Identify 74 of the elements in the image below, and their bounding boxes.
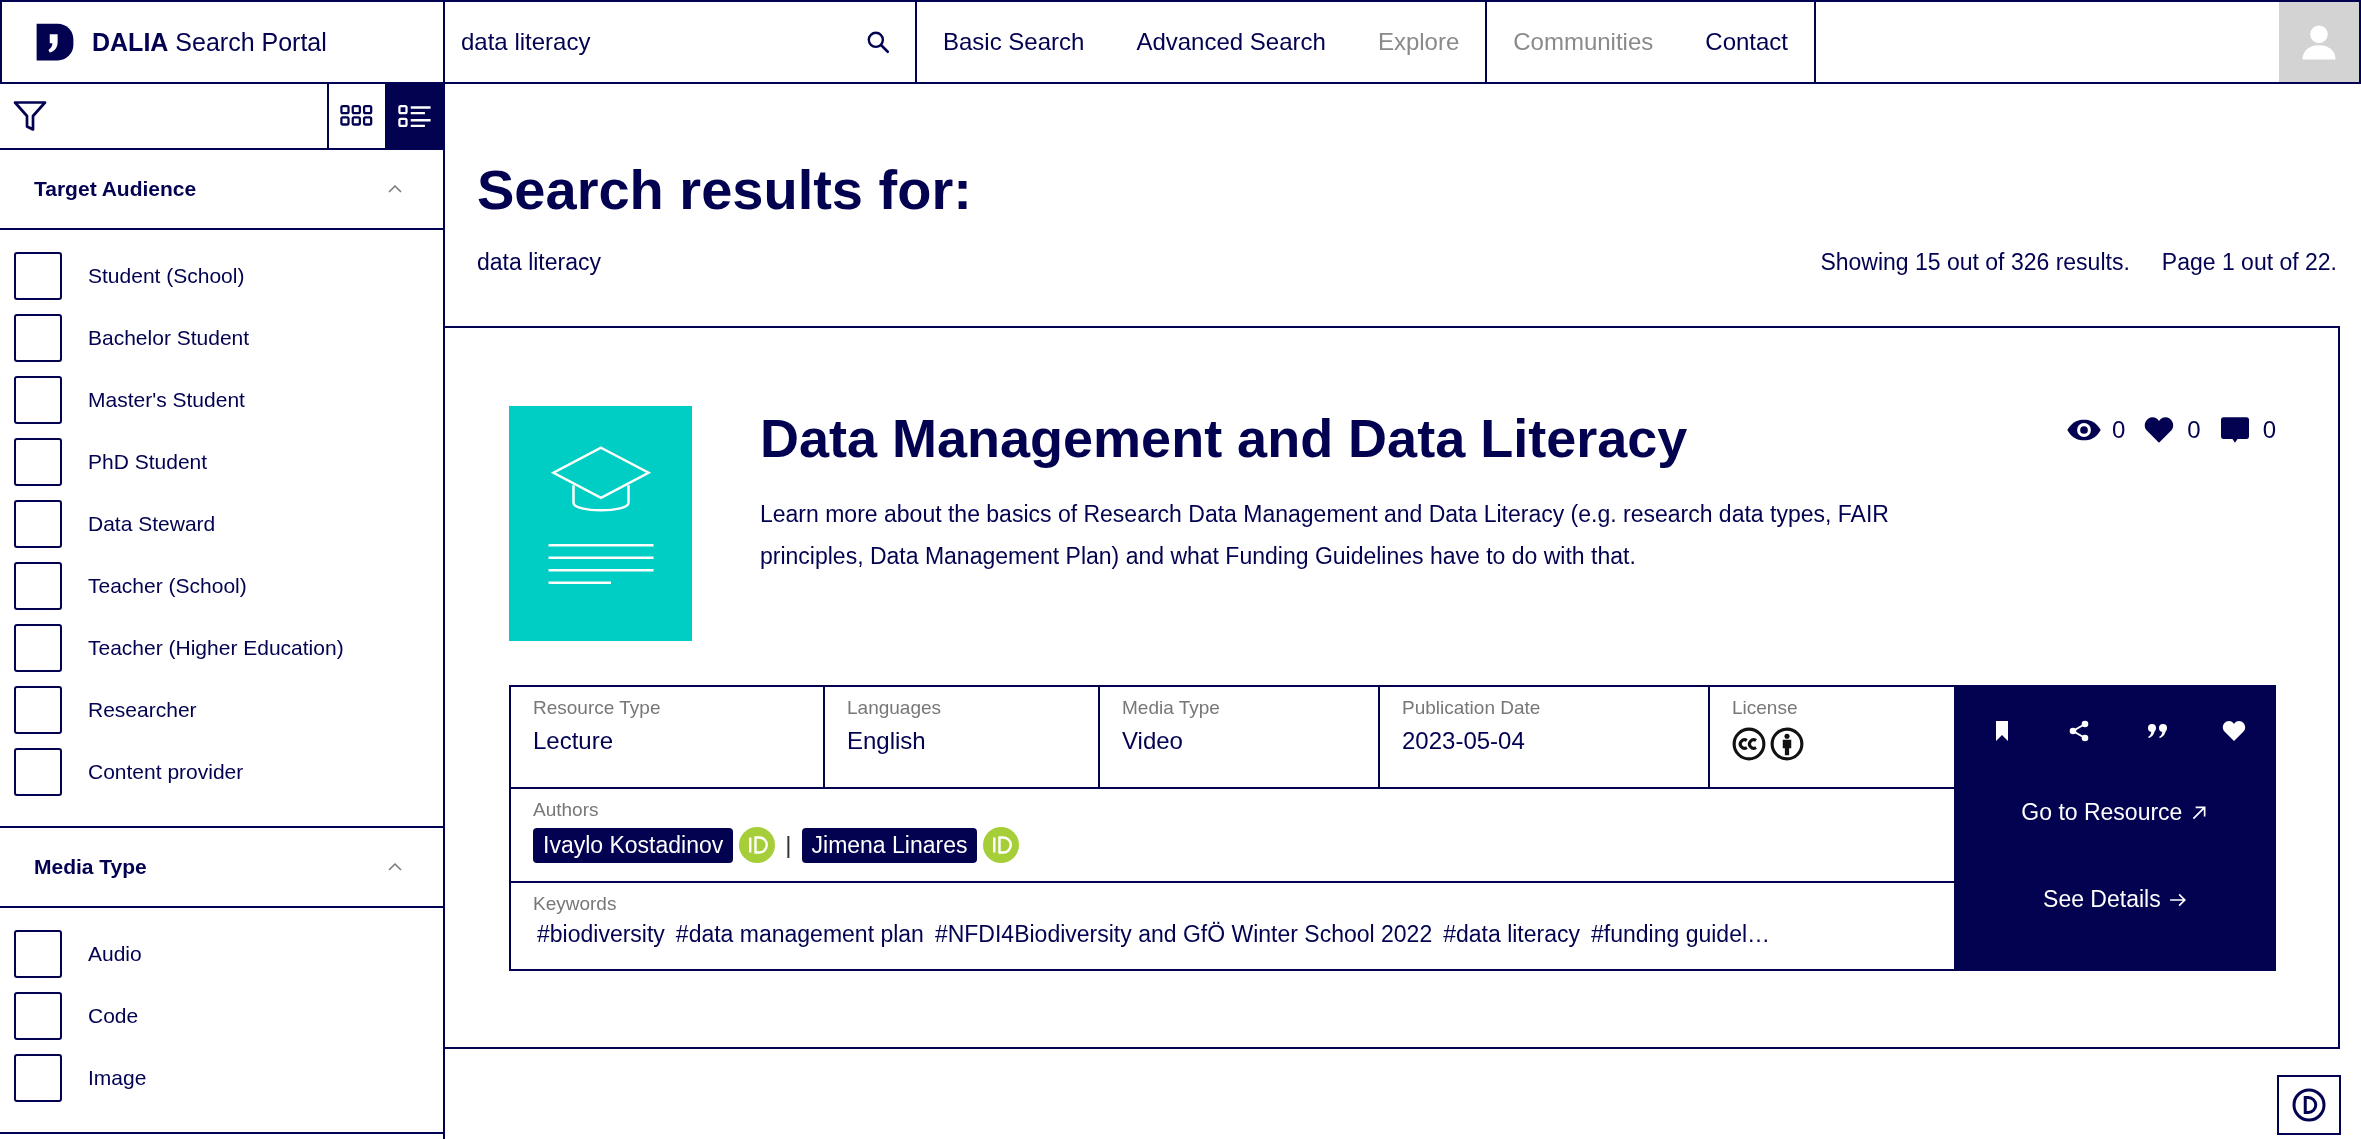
meta-label: Publication Date xyxy=(1402,697,1542,720)
meta-value: Video xyxy=(1122,727,1184,756)
see-details-link[interactable]: See Details xyxy=(2043,886,2187,914)
meta-label: Languages xyxy=(847,697,943,720)
meta-value: English xyxy=(847,727,927,756)
search-field[interactable]: data literacy xyxy=(459,27,865,57)
checkbox[interactable] xyxy=(14,748,62,796)
checkbox[interactable] xyxy=(14,500,62,548)
meta-label: Resource Type xyxy=(533,697,662,720)
checkbox[interactable] xyxy=(14,992,62,1040)
logo-icon xyxy=(34,21,76,63)
resource-title[interactable]: Data Management and Data Literacy xyxy=(760,406,1688,471)
filter-option-label[interactable]: Data Steward xyxy=(88,512,216,536)
results-heading: Search results for: xyxy=(477,157,973,223)
logo-icon xyxy=(2291,1087,2327,1123)
meta-label: Media Type xyxy=(1122,697,1221,720)
checkbox[interactable] xyxy=(14,252,62,300)
heart-icon[interactable] xyxy=(2222,719,2246,744)
author-tag[interactable]: Jimena Linares xyxy=(801,827,978,863)
keyword-link[interactable]: #funding guidel… xyxy=(1591,921,1771,949)
brand-name[interactable]: DALIA Search Portal xyxy=(92,27,327,57)
checkbox[interactable] xyxy=(14,438,62,486)
grid-icon xyxy=(340,104,374,128)
checkbox[interactable] xyxy=(14,686,62,734)
results-count: Showing 15 out of 326 results. xyxy=(1820,249,2130,277)
keyword-link[interactable]: #NFDI4Biodiversity and GfÖ Winter School 2022 xyxy=(934,921,1433,949)
meta-label: Authors xyxy=(533,799,600,822)
chevron-icon xyxy=(387,862,403,872)
resource-description: Learn more about the basics of Research Data Management and Data Literacy (e.g. research data types, FAIR principles, Data Management Plan) and what Funding Guidelines have to do with that. xyxy=(760,500,1890,571)
filter-header[interactable]: Media Type xyxy=(0,828,443,908)
filter-option-label[interactable]: Image xyxy=(88,1066,147,1090)
list-view-button[interactable] xyxy=(385,84,443,148)
meta-value: Lecture xyxy=(533,727,615,756)
stat-count: 0 xyxy=(2262,416,2276,445)
meta-value: 2023-05-04 xyxy=(1402,727,1526,756)
checkbox[interactable] xyxy=(14,1054,62,1102)
checkbox[interactable] xyxy=(14,624,62,672)
go-to-resource-link[interactable]: Go to Resource xyxy=(2021,799,2209,827)
stat-count: 0 xyxy=(2187,416,2201,445)
keyword-link[interactable]: #data literacy xyxy=(1443,921,1580,949)
list-icon xyxy=(398,104,432,128)
author-tag[interactable]: Ivaylo Kostadinov xyxy=(533,827,734,863)
filter-option-label[interactable]: Teacher (Higher Education) xyxy=(88,636,344,660)
chevron-icon xyxy=(387,184,403,194)
filter-option-label[interactable]: Researcher xyxy=(88,698,197,722)
nav-link[interactable]: Contact xyxy=(1705,28,1788,56)
keyword-link[interactable]: #data management plan xyxy=(675,921,924,949)
checkbox[interactable] xyxy=(14,562,62,610)
filter-option-label[interactable]: Bachelor Student xyxy=(88,326,250,350)
filter-option-label[interactable]: Student (School) xyxy=(88,264,245,288)
filter-option-label[interactable]: Audio xyxy=(88,942,142,966)
checkbox[interactable] xyxy=(14,314,62,362)
keyword-link[interactable]: #biodiversity xyxy=(537,921,665,949)
checkbox[interactable] xyxy=(14,376,62,424)
accessibility-button[interactable] xyxy=(2277,1075,2341,1135)
stat-count: 0 xyxy=(2111,416,2126,445)
checkbox[interactable] xyxy=(14,930,62,978)
filter-option-label[interactable]: Code xyxy=(88,1004,139,1028)
filter-option-label[interactable]: PhD Student xyxy=(88,450,208,474)
cc-license-icon xyxy=(1732,727,1766,762)
author-separator: | xyxy=(785,831,792,860)
nav-link[interactable]: Basic Search xyxy=(943,28,1085,56)
meta-label: Keywords xyxy=(533,893,618,916)
filter-option-label[interactable]: Teacher (School) xyxy=(88,574,247,598)
search-query: data literacy xyxy=(477,249,601,277)
filter-option-label[interactable]: Content provider xyxy=(88,760,244,784)
meta-label: License xyxy=(1732,697,1799,720)
nav-link[interactable]: Advanced Search xyxy=(1136,28,1326,56)
page-indicator: Page 1 out of 22. xyxy=(2161,249,2337,277)
filter-option-label[interactable]: Master's Student xyxy=(88,388,245,412)
filter-icon[interactable] xyxy=(12,98,48,134)
attribution-icon xyxy=(1770,727,1804,762)
filter-header[interactable]: Target Audience xyxy=(0,150,443,230)
search-icon[interactable] xyxy=(865,29,891,55)
